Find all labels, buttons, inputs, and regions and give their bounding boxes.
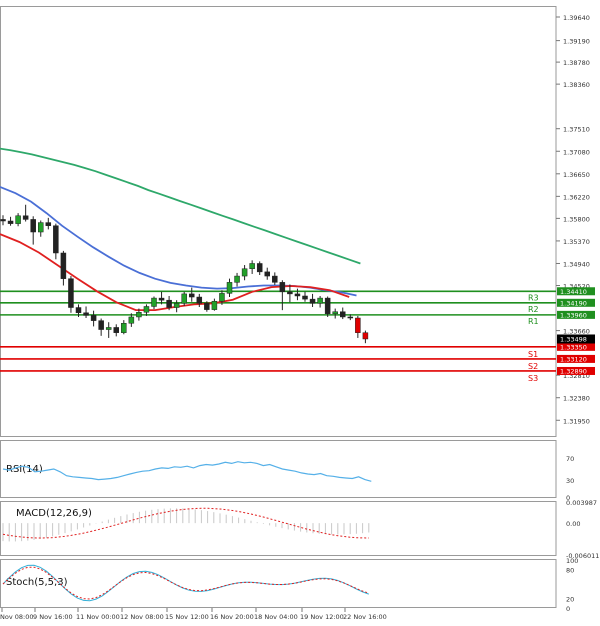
price-chart: R3R2R1S1S2S3 RSI(14)70300MACD(12,26,9)0.… <box>0 6 599 621</box>
time-tick-label: 19 Nov 12:00 <box>300 613 344 621</box>
candle-body <box>60 252 67 279</box>
candle-body <box>22 215 29 220</box>
candle-body <box>272 275 278 283</box>
time-tick-label: 12 Nov 08:00 <box>120 613 164 621</box>
pivot-price-tag: 1.34410 <box>560 288 587 296</box>
candle-body <box>38 222 44 233</box>
price-tick-label: 1.35800 <box>563 215 590 223</box>
pivot-label-s2: S2 <box>528 362 538 371</box>
candle-body <box>264 271 270 277</box>
candle-body <box>324 297 331 315</box>
candle-body <box>7 220 14 224</box>
price-tick-label: 1.39190 <box>563 38 590 46</box>
candle-body <box>302 295 308 300</box>
main-pane-frame <box>0 6 557 437</box>
candle-body <box>53 225 59 254</box>
price-tick-label: 1.35370 <box>563 238 590 246</box>
candle-body <box>15 215 21 224</box>
stoch-tick-label: 20 <box>566 595 574 603</box>
candle-body <box>121 323 127 333</box>
candle-body <box>287 291 293 295</box>
candle-body <box>83 312 89 316</box>
candle-body <box>181 293 187 304</box>
pivot-price-tag: 1.33960 <box>560 311 587 319</box>
candle-body <box>249 263 255 269</box>
pivot-label-r3: R3 <box>528 293 539 302</box>
stoch-tick-label: 80 <box>566 567 574 575</box>
price-tick-label: 1.37080 <box>563 148 590 156</box>
candle-body <box>113 327 119 333</box>
stoch-tick-label: 0 <box>566 605 570 613</box>
candle-body <box>234 275 240 283</box>
time-tick-label: Nov 08:00 <box>0 613 33 621</box>
candle-body <box>332 311 338 315</box>
price-tick-label: 1.32380 <box>563 395 590 403</box>
time-tick-label: 16 Nov 20:00 <box>210 613 254 621</box>
candle-body <box>347 316 354 319</box>
price-tick-label: 1.33660 <box>563 328 590 336</box>
candle-body <box>90 315 97 321</box>
price-tick-label: 1.38360 <box>563 81 590 89</box>
candle-body <box>68 278 74 308</box>
time-tick-label: 22 Nov 16:00 <box>343 613 387 621</box>
candle-body <box>219 293 225 302</box>
candle-body <box>30 219 36 233</box>
candle-body <box>256 263 263 273</box>
candle-body <box>294 293 301 297</box>
candle-body <box>226 282 233 294</box>
rsi-pane-frame <box>0 440 557 498</box>
price-tick-label: 1.37510 <box>563 126 590 134</box>
candle-body <box>355 317 361 333</box>
candle-body <box>340 311 346 318</box>
candle-body <box>136 311 142 318</box>
current-price-tag: 1.33498 <box>560 335 587 343</box>
candle-body <box>204 303 210 310</box>
candle-body <box>105 327 112 330</box>
price-tick-label: 1.34940 <box>563 260 590 268</box>
pivot-label-s3: S3 <box>528 374 538 383</box>
price-tick-label: 1.36650 <box>563 171 590 179</box>
candle-body <box>128 316 135 324</box>
macd-tick-label: 0.00 <box>566 520 580 528</box>
macd-tick-label: 0.003987 <box>566 499 597 507</box>
candle-body <box>0 219 6 222</box>
candle-body <box>173 303 180 308</box>
pivot-label-r1: R1 <box>528 317 539 326</box>
candle-body <box>279 282 286 293</box>
candle-body <box>143 306 150 313</box>
candle-body <box>211 300 218 310</box>
pivot-label-r2: R2 <box>528 305 539 314</box>
price-tick-label: 1.36220 <box>563 193 590 201</box>
candle-body <box>189 293 195 298</box>
moving-average-line <box>0 233 350 312</box>
time-tick-label: 18 Nov 04:00 <box>254 613 298 621</box>
pivot-price-tag: 1.32890 <box>560 367 587 375</box>
price-tick-label: 1.38780 <box>563 59 590 67</box>
stoch-tick-label: 100 <box>566 557 578 565</box>
rsi-line <box>2 461 372 482</box>
candle-body <box>75 307 82 314</box>
candle-body <box>166 299 172 308</box>
price-tick-label: 1.31950 <box>563 417 590 425</box>
candle-body <box>241 268 248 277</box>
candle-body <box>317 297 323 304</box>
price-tick-label: 1.39640 <box>563 14 590 22</box>
candle-body <box>196 296 203 304</box>
pivot-price-tag: 1.33350 <box>560 343 587 351</box>
rsi-tick-label: 30 <box>566 477 574 485</box>
candle-body <box>151 297 157 307</box>
candle-body <box>45 222 52 226</box>
time-tick-label: 11 Nov 00:00 <box>76 613 120 621</box>
macd-label: MACD(12,26,9) <box>16 508 92 519</box>
time-tick-label: 15 Nov 12:00 <box>165 613 209 621</box>
time-tick-label: 9 Nov 16:00 <box>33 613 73 621</box>
candle-body <box>98 320 104 330</box>
pivot-price-tag: 1.34190 <box>560 299 587 307</box>
candle-body <box>309 298 316 304</box>
pivot-label-s1: S1 <box>528 350 538 359</box>
pivot-price-tag: 1.33120 <box>560 355 587 363</box>
candle-body <box>158 297 165 301</box>
rsi-tick-label: 70 <box>566 455 574 463</box>
candle-body <box>362 332 369 340</box>
